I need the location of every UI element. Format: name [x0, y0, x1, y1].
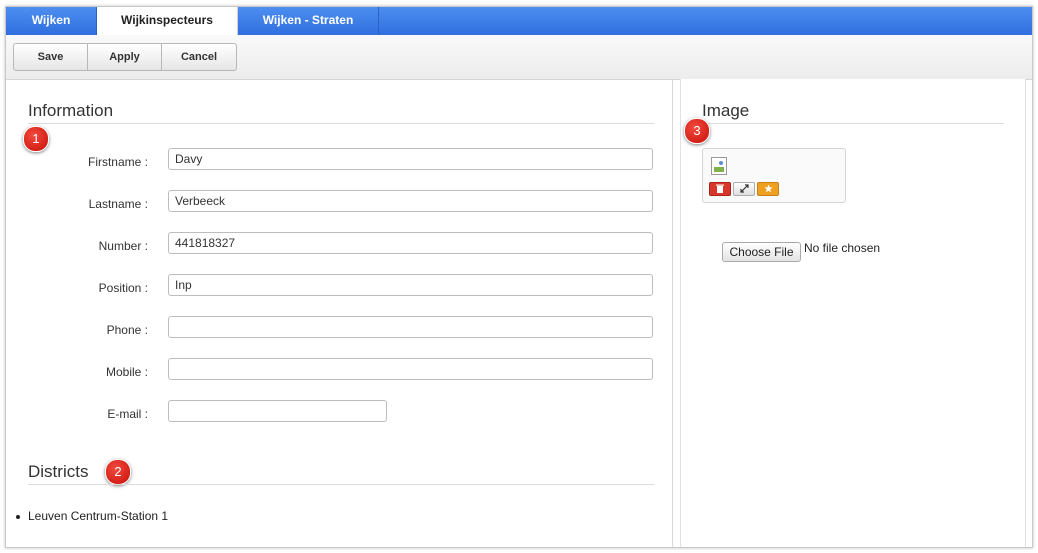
districts-title: Districts: [28, 462, 89, 481]
window-frame: Wijken Wijkinspecteurs Wijken - Straten …: [5, 6, 1033, 548]
email-label: E-mail :: [107, 407, 148, 421]
save-button[interactable]: Save: [14, 44, 88, 70]
firstname-label: Firstname :: [87, 155, 148, 169]
tab-wijken-straten[interactable]: Wijken - Straten: [238, 7, 379, 35]
tab-wijken[interactable]: Wijken: [6, 7, 97, 35]
resize-icon[interactable]: [733, 182, 755, 196]
star-icon[interactable]: [757, 182, 779, 196]
bullet-icon: [16, 514, 20, 519]
trash-icon[interactable]: [709, 182, 731, 196]
apply-button[interactable]: Apply: [88, 44, 162, 70]
firstname-field[interactable]: Davy: [168, 148, 653, 170]
districts-rule: [28, 484, 654, 485]
information-title: Information: [28, 101, 114, 120]
no-file-text: No file chosen: [804, 241, 881, 255]
number-label: Number :: [98, 239, 148, 253]
toolbar: Save Apply Cancel: [6, 35, 1032, 80]
districts-list: Leuven Centrum-Station 1: [16, 509, 168, 523]
mobile-label: Mobile :: [105, 365, 148, 379]
annotation-marker-3: 3: [684, 118, 710, 144]
toolbar-button-group: Save Apply Cancel: [13, 43, 237, 71]
lastname-label: Lastname :: [88, 197, 148, 211]
image-title: Image: [702, 101, 750, 120]
phone-label: Phone :: [106, 323, 148, 337]
position-label: Position :: [98, 281, 148, 295]
broken-image-icon: [711, 157, 727, 175]
email-field[interactable]: [168, 400, 387, 422]
cancel-button[interactable]: Cancel: [162, 44, 236, 70]
district-item-label: Leuven Centrum-Station 1: [28, 509, 169, 523]
image-preview-card: [702, 148, 846, 203]
annotation-marker-2: 2: [105, 459, 131, 485]
tab-bar: Wijken Wijkinspecteurs Wijken - Straten: [6, 7, 1032, 37]
choose-file-button[interactable]: Choose File: [722, 242, 801, 262]
panel-divider: [672, 79, 673, 547]
image-rule: [702, 123, 1004, 124]
number-field[interactable]: 441818327: [168, 232, 653, 254]
annotation-marker-1: 1: [23, 126, 49, 152]
phone-field[interactable]: [168, 316, 653, 338]
lastname-field[interactable]: Verbeeck: [168, 190, 653, 212]
list-item: Leuven Centrum-Station 1: [16, 509, 168, 523]
tab-wijkinspecteurs[interactable]: Wijkinspecteurs: [97, 7, 238, 37]
position-field[interactable]: Inp: [168, 274, 653, 296]
information-rule: [28, 123, 654, 124]
mobile-field[interactable]: [168, 358, 653, 380]
